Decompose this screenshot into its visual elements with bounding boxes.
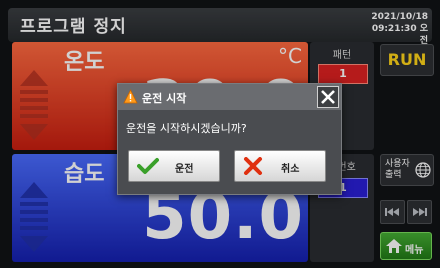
check-icon: [137, 158, 159, 174]
dialog-message: 운전을 시작하시겠습니까?: [126, 122, 247, 135]
start-button-label: 운전: [175, 164, 194, 175]
cancel-button-label: 취소: [281, 164, 300, 175]
dialog-close-button[interactable]: [317, 86, 339, 108]
dialog-titlebar: 운전 시작: [118, 84, 341, 110]
cancel-button[interactable]: 취소: [234, 150, 326, 182]
start-button[interactable]: 운전: [128, 150, 220, 182]
warning-icon: [123, 89, 138, 104]
controller-screen: 프로그램 정지 2021/10/18 09:21:30 오전 온도 °C 20.…: [0, 0, 440, 268]
dialog-title: 운전 시작: [142, 92, 187, 105]
close-icon: [321, 90, 335, 104]
start-operation-dialog: 운전 시작 운전을 시작하시겠습니까? 운전 취소: [117, 83, 342, 195]
x-icon: [244, 157, 262, 175]
